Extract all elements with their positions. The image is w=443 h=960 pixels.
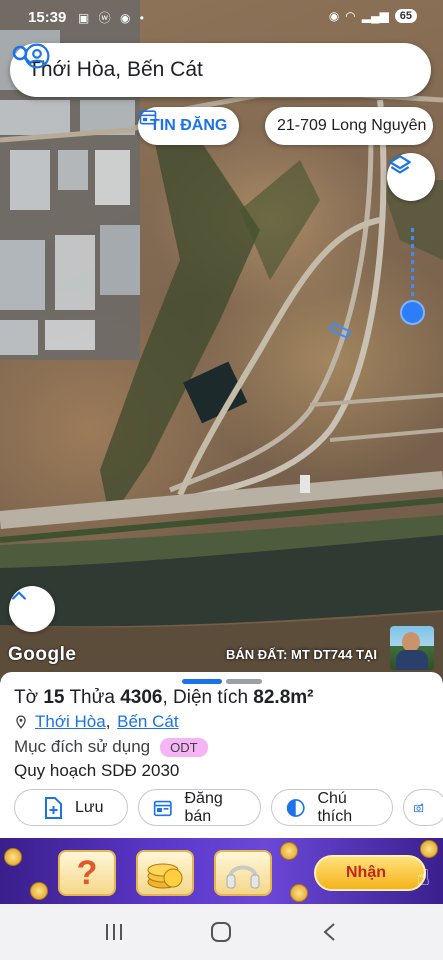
map-imagery [0,0,443,680]
ad-thumbnail[interactable] [390,626,434,670]
promo-banner[interactable]: ? Nhận ☝ [0,838,443,904]
district-link[interactable]: Bến Cát [117,712,178,732]
add-photo-button[interactable] [403,789,443,826]
legend-button[interactable]: Chú thích [271,789,393,826]
post-for-sale-label: Đăng bán [184,789,223,825]
pin-icon [16,715,26,729]
recents-icon [105,924,122,940]
recent-apps-button[interactable] [94,912,134,952]
parcel-info-sheet[interactable]: Tờ 15 Thửa 4306, Diện tích 82.8m² Thới H… [0,672,443,838]
parcel-title: Tờ 15 Thửa 4306, Diện tích 82.8m² [14,687,314,709]
opacity-slider-handle[interactable] [400,300,425,325]
sheet-prefix: Tờ [14,687,39,708]
coins-icon [147,863,183,889]
sheet-handle[interactable] [226,679,262,684]
area-value: 82.8m² [253,687,314,708]
address-chip[interactable]: 21-709 Long Nguyên [265,107,433,145]
hand-pointer-icon: ☝ [416,865,430,890]
comma-separator: , [105,712,116,731]
contrast-icon [286,798,305,817]
back-button[interactable] [309,912,349,952]
save-label: Lưu [75,798,104,816]
action-row: Lưu Đăng bán Chú thích [14,789,443,826]
status-time: 15:39 [28,9,67,26]
search-bar[interactable]: Thới Hòa, Bến Cát [10,43,431,97]
plot-number: 4306 [120,687,163,708]
claim-button[interactable]: Nhận ☝ [314,855,430,891]
address-chip-label: 21-709 Long Nguyên [277,117,427,134]
layers-button[interactable] [387,153,435,201]
google-attribution: Google [8,644,77,665]
home-button[interactable] [201,912,241,952]
search-icon[interactable] [10,43,34,67]
calendar-icon [139,110,157,125]
status-bar: 15:39 ▣ ⓦ ◉ • ◉ ◠ ▂▄▆ 65 [0,0,443,34]
legend-label: Chú thích [317,789,353,825]
calendar-icon [153,800,172,816]
land-use-line: Mục đích sử dụng ODT [14,737,208,757]
post-for-sale-button[interactable]: Đăng bán [138,789,261,826]
coin-decoration [420,840,438,858]
location-icon: ◉ [328,9,340,23]
notification-icons: ▣ ⓦ ◉ • [78,11,148,25]
mystery-prize-box: ? [58,850,116,896]
battery-indicator: 65 [394,9,417,23]
save-button[interactable]: Lưu [14,789,128,826]
coins-prize-box [136,850,194,896]
land-use-badge[interactable]: ODT [160,737,208,757]
expand-sheet-button[interactable] [9,586,55,632]
ward-link[interactable]: Thới Hòa [35,712,106,732]
headphones-icon [226,865,260,889]
coin-decoration [290,884,308,902]
land-use-label: Mục đích sử dụng [14,737,151,756]
back-icon [323,923,335,941]
coin-decoration [4,848,22,866]
area-label: , Diện tích [162,687,249,708]
ad-person-shirt [396,650,428,670]
satellite-map[interactable]: 15:39 ▣ ⓦ ◉ • ◉ ◠ ▂▄▆ 65 Thới Hòa, Bến C… [0,0,443,680]
plot-prefix: Thửa [69,687,115,708]
system-nav-bar [0,904,443,960]
location-line: Thới Hòa, Bến Cát [14,712,179,732]
listings-chip[interactable]: TIN ĐĂNG [138,107,240,145]
ad-text[interactable]: BÁN ĐẤT: MT DT744 TẠI [226,647,377,662]
opacity-slider-track[interactable] [411,228,414,298]
status-right: ◉ ◠ ▂▄▆ 65 [329,9,417,23]
wifi-icon: ◠ [345,9,356,23]
search-query[interactable]: Thới Hòa, Bến Cát [28,58,431,82]
chevron-up-icon [12,591,26,600]
coin-decoration [30,882,48,900]
layers-icon [389,155,411,174]
ad-person-face [402,632,420,652]
claim-label: Nhận [346,864,386,881]
sheet-handle-active[interactable] [182,679,222,684]
add-photo-icon [414,802,424,812]
headphones-prize-box [214,850,272,896]
home-icon [211,922,232,942]
sheet-number: 15 [43,687,65,708]
zoning-plan-label[interactable]: Quy hoạch SDĐ 2030 [14,761,179,781]
add-file-icon [45,796,62,819]
signal-icon: ▂▄▆ [361,9,389,23]
coin-decoration [280,842,298,860]
listings-chip-label: TIN ĐĂNG [150,117,228,134]
